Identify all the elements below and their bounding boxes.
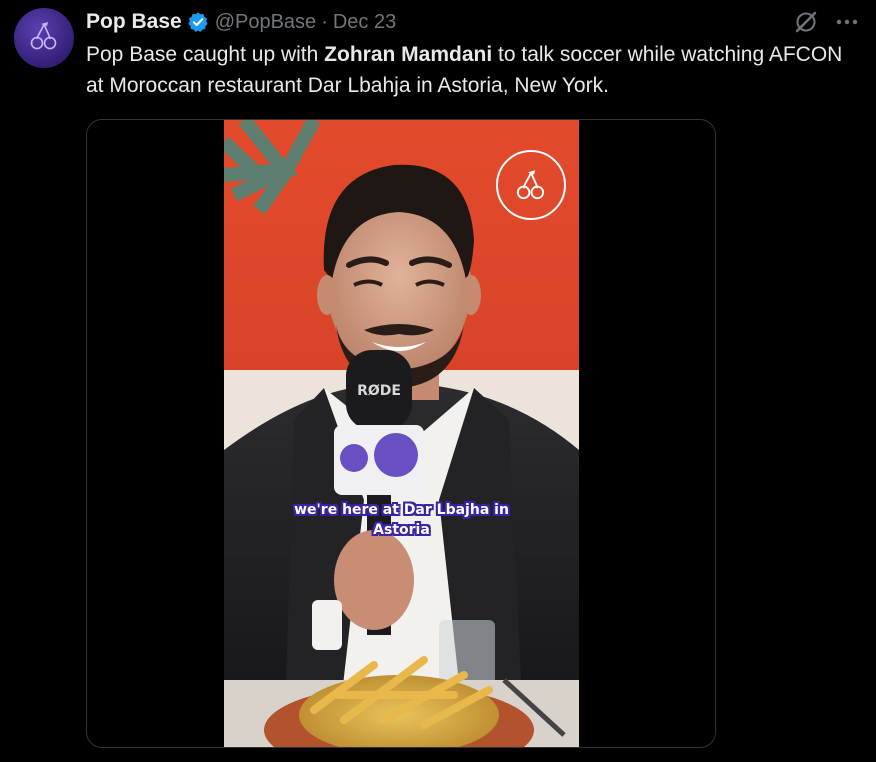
tweet-text-part: Pop Base caught up with [86,43,325,66]
tweet-text: Pop Base caught up with Zohran Mamdani t… [86,39,856,101]
more-options-icon[interactable] [832,8,862,36]
caption-line-1: we're here at Dar Lbajha in [294,502,509,518]
post-date[interactable]: Dec 23 [333,11,396,34]
grok-icon[interactable] [792,8,820,36]
video-caption: we're here at Dar Lbajha in Astoria [224,500,579,540]
mic-brand-label: RØDE [357,383,401,399]
cherries-icon [26,18,62,59]
video-player[interactable]: RØDE we're here at Dar Lbajha in Astoria [224,120,579,747]
separator-dot: · [321,10,328,33]
handle[interactable]: @PopBase [215,11,316,34]
tweet-header: Pop Base @PopBase · Dec 23 [86,8,396,36]
mentioned-person: Zohran Mamdani [324,43,493,66]
caption-line-2: Astoria [373,522,430,538]
watermark-cherries-icon [496,150,566,220]
media-card[interactable]: RØDE we're here at Dar Lbajha in Astoria [86,119,716,748]
avatar[interactable] [14,8,74,68]
verified-badge-icon [187,11,209,33]
display-name[interactable]: Pop Base [86,10,182,34]
